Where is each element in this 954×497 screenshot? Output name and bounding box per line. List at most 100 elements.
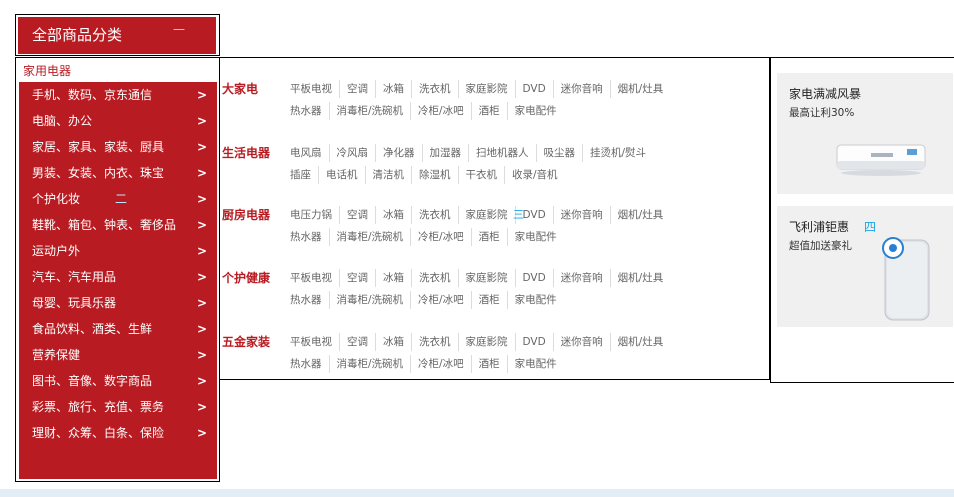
subcategory-link[interactable]: DVD: [514, 333, 553, 351]
chevron-right-icon: >: [196, 374, 207, 388]
subcategory-line: 平板电视 空调 冰箱 洗衣机 家庭影院 DVD 迷你音响 烟机/灶具: [290, 333, 670, 353]
subcategory-link[interactable]: 热水器: [290, 291, 329, 309]
subcategory-link[interactable]: 家电配件: [506, 355, 564, 373]
sidebar-item[interactable]: 营养保健 >: [19, 342, 217, 368]
subcategory-link[interactable]: 热水器: [290, 228, 329, 246]
subcategory-link[interactable]: 迷你音响: [552, 269, 610, 287]
subcategory-link[interactable]: 酒柜: [470, 102, 507, 120]
subcategory-link[interactable]: 电话机: [318, 166, 365, 184]
subcategory-link[interactable]: 热水器: [290, 102, 329, 120]
sidebar-item-label: 汽车、汽车用品: [32, 270, 117, 284]
sidebar-item[interactable]: 手机、数码、京东通信 >: [19, 82, 217, 108]
subcategory-link[interactable]: 清洁机: [364, 166, 412, 184]
sidebar-item[interactable]: 理财、众筹、白条、保险 >: [19, 420, 217, 446]
subcategory-link[interactable]: 吸尘器: [535, 144, 583, 162]
section-title[interactable]: 大家电: [222, 80, 258, 98]
promo-card-philips[interactable]: 飞利浦钜惠 四 超值加送豪礼: [777, 206, 953, 327]
sidebar-item[interactable]: 图书、音像、数字商品 >: [19, 368, 217, 394]
subcategory-link[interactable]: 迷你音响: [552, 333, 610, 351]
chevron-right-icon: >: [196, 218, 207, 232]
subcategory-link[interactable]: 酒柜: [470, 228, 507, 246]
subcategory-link[interactable]: DVD: [514, 269, 553, 287]
subcategory-link[interactable]: 烟机/灶具: [609, 80, 671, 98]
subcategory-link[interactable]: 迷你音响: [552, 206, 610, 224]
sidebar-item-label: 理财、众筹、白条、保险: [32, 426, 165, 440]
subcategory-link[interactable]: 空调: [339, 80, 375, 98]
sidebar-item[interactable]: 彩票、旅行、充值、票务 >: [19, 394, 217, 420]
subcategory-link[interactable]: 消毒柜/洗碗机: [328, 355, 411, 373]
sidebar-item[interactable]: 运动户外 >: [19, 238, 217, 264]
subcategory-link[interactable]: 空调: [339, 206, 375, 224]
sidebar-item-label: 男装、女装、内衣、珠宝: [32, 166, 165, 180]
subcategory-link[interactable]: 电压力锅: [290, 206, 339, 224]
category-header[interactable]: 全部商品分类 —: [15, 14, 220, 56]
subcategory-link[interactable]: 平板电视: [290, 269, 339, 287]
subcategory-link[interactable]: 除湿机: [411, 166, 458, 184]
subcategory-link[interactable]: 插座: [290, 166, 318, 184]
section-title[interactable]: 生活电器: [222, 144, 270, 162]
promo-card-appliance[interactable]: 家电满减风暴 最高让利30%: [777, 73, 953, 194]
header-dash-mark: —: [173, 22, 185, 36]
subcategory-link[interactable]: 家庭影院: [457, 333, 515, 351]
subcategory-link[interactable]: 冷柜/冰吧: [410, 355, 471, 373]
subcategory-link[interactable]: 挂烫机/熨斗: [582, 144, 653, 162]
subcategory-link[interactable]: 洗衣机: [411, 80, 458, 98]
section-title[interactable]: 厨房电器: [222, 206, 270, 224]
subcategory-link[interactable]: 酒柜: [470, 355, 507, 373]
subcategory-link[interactable]: 冰箱: [375, 333, 411, 351]
subcategory-link[interactable]: 家庭影院: [457, 269, 515, 287]
subcategory-link[interactable]: 洗衣机: [411, 333, 458, 351]
subcategory-link[interactable]: 空调: [339, 333, 375, 351]
subcategory-link[interactable]: 平板电视: [290, 80, 339, 98]
sidebar-item[interactable]: 鞋靴、箱包、钟表、奢侈品 >: [19, 212, 217, 238]
subcategory-link[interactable]: 干衣机: [457, 166, 505, 184]
subcategory-link[interactable]: 收录/音机: [504, 166, 565, 184]
subcategory-link[interactable]: 冷柜/冰吧: [410, 102, 471, 120]
sidebar-item[interactable]: 男装、女装、内衣、珠宝 >: [19, 160, 217, 186]
sidebar-item[interactable]: 电脑、办公 >: [19, 108, 217, 134]
subcategory-link[interactable]: 迷你音响: [552, 80, 610, 98]
subcategory-panel: 大家电 平板电视 空调 冰箱 洗衣机 家庭影院 DVD 迷你音响 烟机/灶具 热水器 消毒柜/洗碗机…: [219, 57, 770, 380]
subcategory-link[interactable]: 加湿器: [421, 144, 469, 162]
sidebar-item-label: 手机、数码、京东通信: [32, 88, 153, 102]
subcategory-link[interactable]: 洗衣机: [411, 206, 458, 224]
subcategory-link[interactable]: 烟机/灶具: [609, 333, 671, 351]
chevron-right-icon: >: [196, 426, 207, 440]
subcategory-section: 个护健康 平板电视 空调 冰箱 洗衣机 家庭影院 DVD 迷你音响 烟机/灶具热水器 消毒柜/洗碗…: [222, 269, 767, 319]
subcategory-link[interactable]: DVD: [514, 80, 553, 98]
subcategory-link[interactable]: 家电配件: [506, 102, 564, 120]
sidebar-item[interactable]: 母婴、玩具乐器 >: [19, 290, 217, 316]
subcategory-link[interactable]: 空调: [339, 269, 375, 287]
sidebar-item[interactable]: 家居、家具、家装、厨具 >: [19, 134, 217, 160]
section-title[interactable]: 五金家装: [222, 333, 270, 351]
subcategory-link[interactable]: 家电配件: [506, 228, 564, 246]
subcategory-link[interactable]: 平板电视: [290, 333, 339, 351]
subcategory-link[interactable]: 消毒柜/洗碗机: [328, 291, 411, 309]
subcategory-link[interactable]: 热水器: [290, 355, 329, 373]
subcategory-link[interactable]: 冰箱: [375, 269, 411, 287]
subcategory-link[interactable]: 家庭影院: [457, 206, 515, 224]
subcategory-link[interactable]: 家电配件: [506, 291, 564, 309]
subcategory-link[interactable]: 冷柜/冰吧: [410, 291, 471, 309]
subcategory-link[interactable]: 冰箱: [375, 80, 411, 98]
subcategory-link[interactable]: 净化器: [375, 144, 422, 162]
promo-subtitle: 超值加送豪礼: [789, 240, 852, 252]
subcategory-link[interactable]: 冷风扇: [328, 144, 376, 162]
subcategory-link[interactable]: 消毒柜/洗碗机: [328, 102, 411, 120]
subcategory-link[interactable]: 冰箱: [375, 206, 411, 224]
subcategory-link[interactable]: 酒柜: [470, 291, 507, 309]
sidebar-item[interactable]: 食品饮料、酒类、生鲜 >: [19, 316, 217, 342]
section-title[interactable]: 个护健康: [222, 269, 270, 287]
sidebar-item[interactable]: 家用电器: [19, 61, 217, 82]
subcategory-link[interactable]: 电风扇: [290, 144, 329, 162]
subcategory-link[interactable]: 烟机/灶具: [609, 269, 671, 287]
sidebar-item[interactable]: 汽车、汽车用品 >: [19, 264, 217, 290]
subcategory-link[interactable]: 扫地机器人: [468, 144, 536, 162]
subcategory-link[interactable]: 烟机/灶具: [609, 206, 671, 224]
sidebar-item[interactable]: 个护化妆 > 二: [19, 186, 217, 212]
subcategory-link[interactable]: 家庭影院: [457, 80, 515, 98]
subcategory-link[interactable]: 冷柜/冰吧: [410, 228, 471, 246]
subcategory-link[interactable]: 消毒柜/洗碗机: [328, 228, 411, 246]
subcategory-link[interactable]: 洗衣机: [411, 269, 458, 287]
promo-panel: 家电满减风暴 最高让利30% 飞利浦钜惠 四 超值加送豪礼: [770, 57, 954, 383]
